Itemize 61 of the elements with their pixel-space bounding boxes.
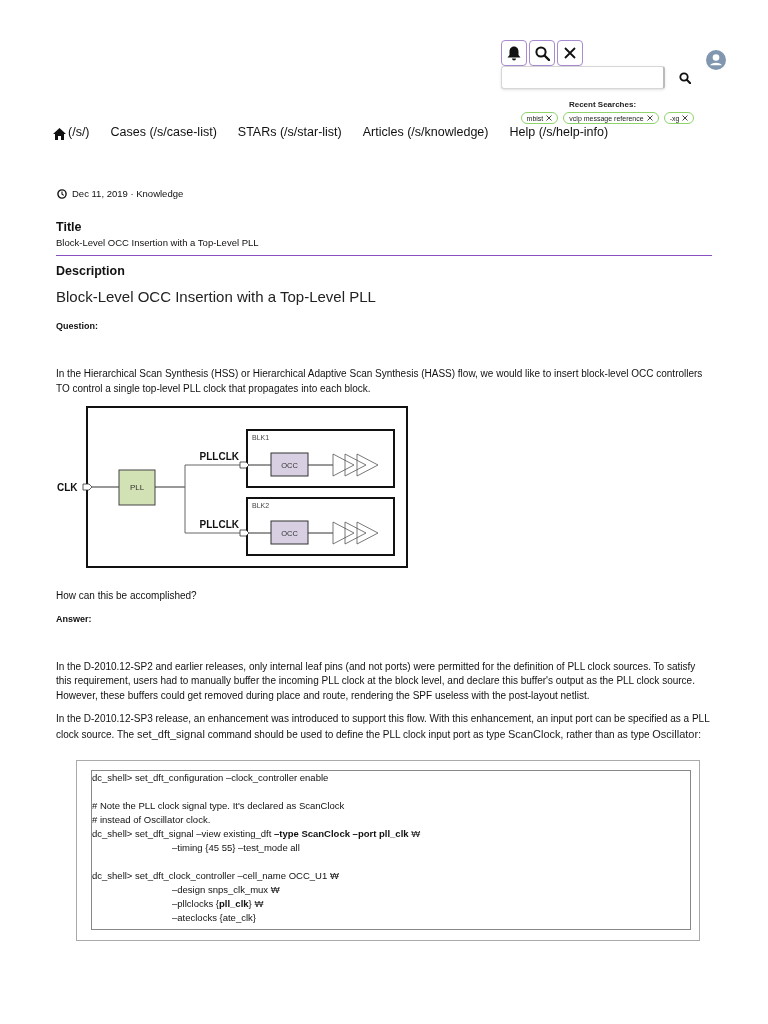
bell-icon [507, 45, 521, 61]
signal-label: CLK [57, 482, 78, 493]
section-label: Answer: [56, 612, 93, 625]
close-icon [564, 47, 576, 59]
nav-link[interactable]: Articles (/s/knowledge) [362, 124, 489, 140]
code-line: # Note the PLL clock signal type. It's declared as ScanClock [92, 799, 345, 813]
occ-block [270, 452, 309, 477]
port-marker [82, 483, 93, 491]
paragraph: How can this be accomplished? [56, 589, 198, 603]
recent-searches-label: Recent Searches: [567, 100, 638, 110]
search-icon [534, 45, 550, 61]
port-marker [239, 461, 250, 469]
buffer-symbol [356, 521, 379, 545]
signal-label: PLLCLK [199, 451, 239, 462]
wire [307, 532, 334, 534]
remove-icon[interactable] [682, 115, 689, 121]
section-heading: Description [56, 263, 126, 279]
close-button[interactable] [557, 40, 583, 66]
clock-icon [57, 189, 67, 199]
remove-icon[interactable] [646, 115, 653, 121]
code-line: –design snps_clk_mux ₩ [172, 883, 280, 897]
title-value: Block-Level OCC Insertion with a Top-Level PLL [56, 237, 260, 249]
wire [248, 532, 272, 534]
paragraph: In the D-2010.12-SP2 and earlier releases, only internal leaf pins (and not ports) were permitted for the definition of PLL clock sources. To satisfy this requirement, users had to manually buffer the incoming PLL clock at the block level, and declare this buffer's output as the PLL clock source. However, these buffers could get removed during place and route, rendering the SPF useless with the post-layout netlist. [56, 659, 697, 703]
remove-icon[interactable] [546, 115, 553, 121]
article-title: Block-Level OCC Insertion with a Top-Level PLL [56, 287, 377, 307]
buffer-symbol [344, 453, 367, 477]
section-label: Question: [56, 320, 99, 332]
nav-link[interactable]: Cases (/s/case-list) [110, 124, 217, 140]
wire [307, 464, 334, 466]
occ-block [270, 520, 309, 545]
code-line: dc_shell> set_dft_signal –view existing_dft –type ScanClock –port pll_clk ₩ [92, 827, 421, 841]
code-line: # instead of Oscillator clock. [92, 813, 211, 827]
wire [248, 464, 272, 466]
code-line: –timing {45 55} –test_mode all [172, 841, 300, 855]
wire [91, 486, 120, 488]
nav-link[interactable]: (/s/) [68, 124, 90, 140]
search-field[interactable] [501, 66, 665, 89]
search-icon[interactable] [679, 71, 691, 84]
code-line: –ateclocks {ate_clk} [172, 911, 256, 925]
buffer-symbol [356, 453, 379, 477]
code-line: dc_shell> set_dft_clock_controller –cell_name OCC_U1 ₩ [92, 869, 339, 883]
signal-label: PLLCLK [199, 519, 239, 530]
pll-block [118, 469, 156, 506]
article-meta: Dec 11, 2019 · Knowledge [72, 188, 184, 200]
buffer-symbol [332, 453, 355, 477]
paragraph: In the D-2010.12-SP3 release, an enhancement was introduced to support this flow. With this enhancement, an input port can be specified as a PLL clock source. The set_dft_signal command should be used to define the PLL clock input port as type ScanClock, rather than as type Oscillator: [56, 712, 711, 742]
buffer-symbol [344, 521, 367, 545]
section-heading: Title [56, 219, 83, 235]
code-line: –pllclocks {pll_clk} ₩ [172, 897, 264, 911]
notifications-button[interactable] [501, 40, 527, 66]
code-line: dc_shell> set_dft_configuration –clock_controller enable [92, 771, 329, 785]
port-marker [239, 529, 250, 537]
nav-link[interactable]: Help (/s/help-info) [509, 124, 609, 140]
nav-link[interactable]: STARs (/s/star-list) [237, 124, 342, 140]
pll-label: PLL [129, 483, 145, 492]
buffer-symbol [332, 521, 355, 545]
paragraph: In the Hierarchical Scan Synthesis (HSS) or Hierarchical Adaptive Scan Synthesis (HASS) flow, we would like to insert block-level OCC controllers TO control a single top-level PLL clock that propagates into each block. [56, 367, 704, 396]
avatar-icon[interactable] [706, 50, 726, 70]
search-button[interactable] [529, 40, 555, 66]
home-icon[interactable] [53, 128, 66, 140]
